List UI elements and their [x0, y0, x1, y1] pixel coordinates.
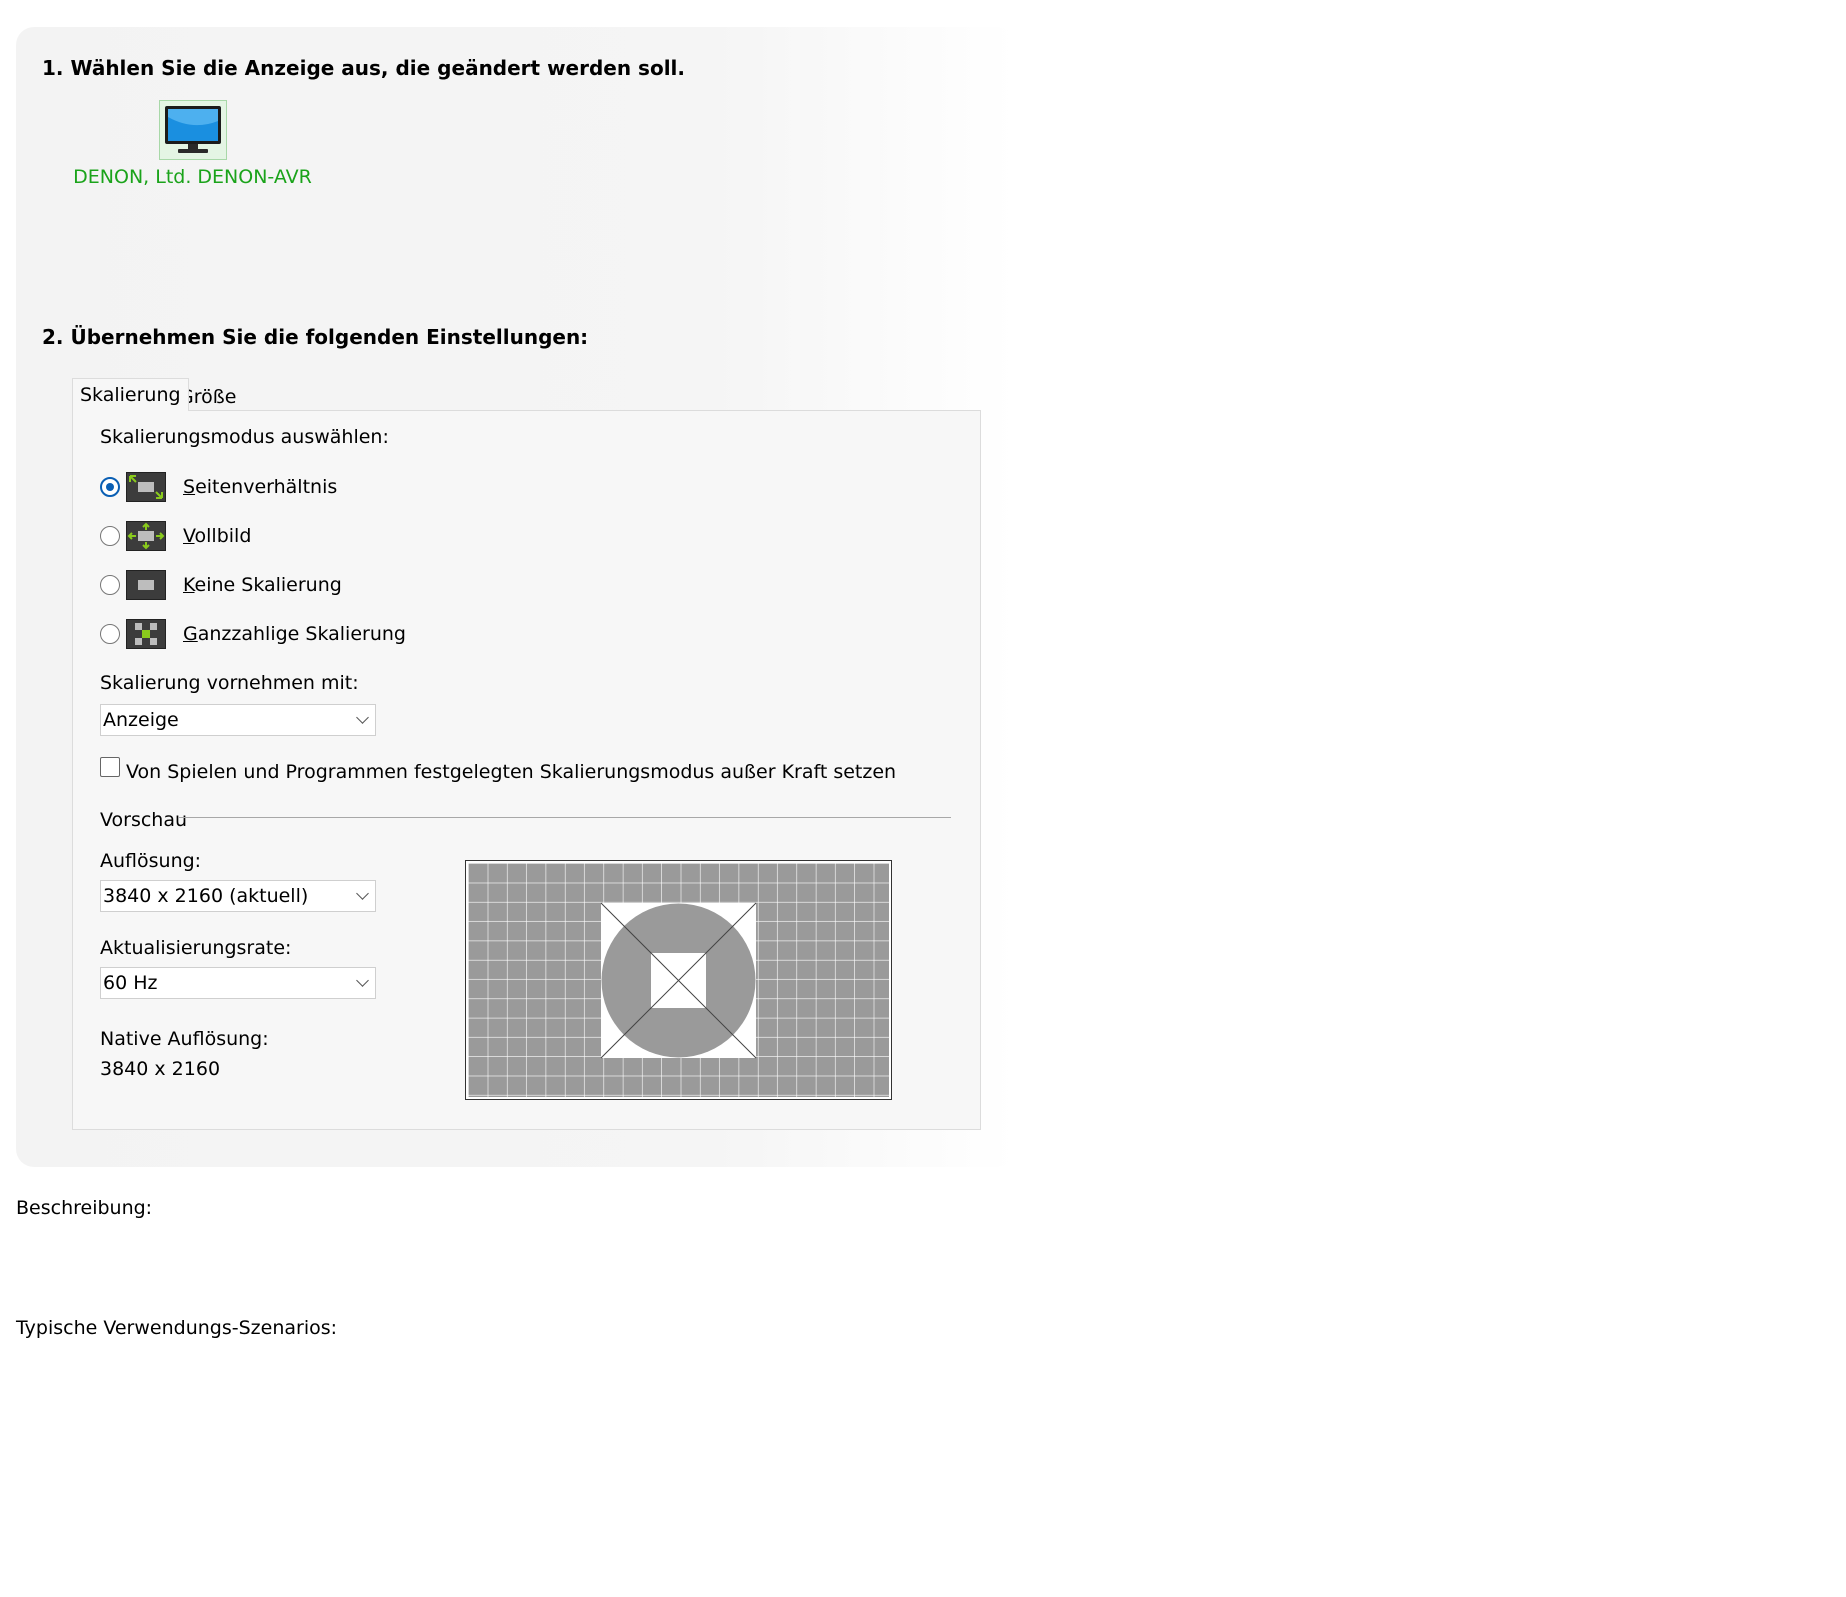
native-resolution-label: Native Auflösung: [100, 1028, 269, 1050]
chevron-down-icon [356, 887, 369, 900]
display-selector[interactable]: DENON, Ltd. DENON-AVR [70, 100, 315, 188]
radio-ganzzahlige-skalierung[interactable] [100, 624, 120, 644]
mode-label-ganzzahlige-skalierung[interactable]: Ganzzahlige Skalierung [183, 623, 406, 645]
scaling-preview-image [465, 860, 892, 1100]
native-resolution-value: 3840 x 2160 [100, 1058, 221, 1080]
tab-skalierung[interactable]: Skalierung [72, 378, 189, 411]
preview-group-label: Vorschau [100, 809, 188, 831]
mode-label-keine-skalierung[interactable]: Keine Skalierung [183, 574, 342, 596]
description-label: Beschreibung: [16, 1197, 153, 1219]
monitor-icon[interactable] [158, 100, 227, 160]
mode-label-seitenverhaeltnis[interactable]: Seitenverhältnis [183, 476, 337, 498]
preview-separator [178, 817, 951, 818]
radio-vollbild[interactable] [100, 526, 120, 546]
mode-label-vollbild[interactable]: Vollbild [183, 525, 251, 547]
step2-title: 2. Übernehmen Sie die folgenden Einstell… [42, 325, 589, 349]
scaling-mode-label: Skalierungsmodus auswählen: [100, 426, 389, 448]
display-name[interactable]: DENON, Ltd. DENON-AVR [70, 166, 315, 188]
resolution-value: 3840 x 2160 (aktuell) [103, 885, 309, 907]
fullscreen-icon [126, 521, 166, 551]
override-label[interactable]: Von Spielen und Programmen festgelegten … [126, 761, 896, 783]
integer-scaling-icon [126, 619, 166, 649]
resolution-label: Auflösung: [100, 850, 202, 872]
refresh-rate-dropdown[interactable]: 60 Hz [100, 967, 376, 999]
perform-scaling-value: Anzeige [103, 709, 179, 731]
radio-keine-skalierung[interactable] [100, 575, 120, 595]
step1-title: 1. Wählen Sie die Anzeige aus, die geänd… [42, 56, 686, 80]
usage-scenarios-label: Typische Verwendungs-Szenarios: [16, 1317, 338, 1339]
chevron-down-icon [356, 711, 369, 724]
override-checkbox[interactable] [100, 757, 120, 777]
no-scaling-icon [126, 570, 166, 600]
chevron-down-icon [356, 974, 369, 987]
radio-seitenverhaeltnis[interactable] [100, 477, 120, 497]
perform-scaling-dropdown[interactable]: Anzeige [100, 704, 376, 736]
refresh-rate-label: Aktualisierungsrate: [100, 937, 292, 959]
resolution-dropdown[interactable]: 3840 x 2160 (aktuell) [100, 880, 376, 912]
aspect-ratio-icon [126, 472, 166, 502]
refresh-rate-value: 60 Hz [103, 972, 158, 994]
perform-scaling-label: Skalierung vornehmen mit: [100, 672, 359, 694]
